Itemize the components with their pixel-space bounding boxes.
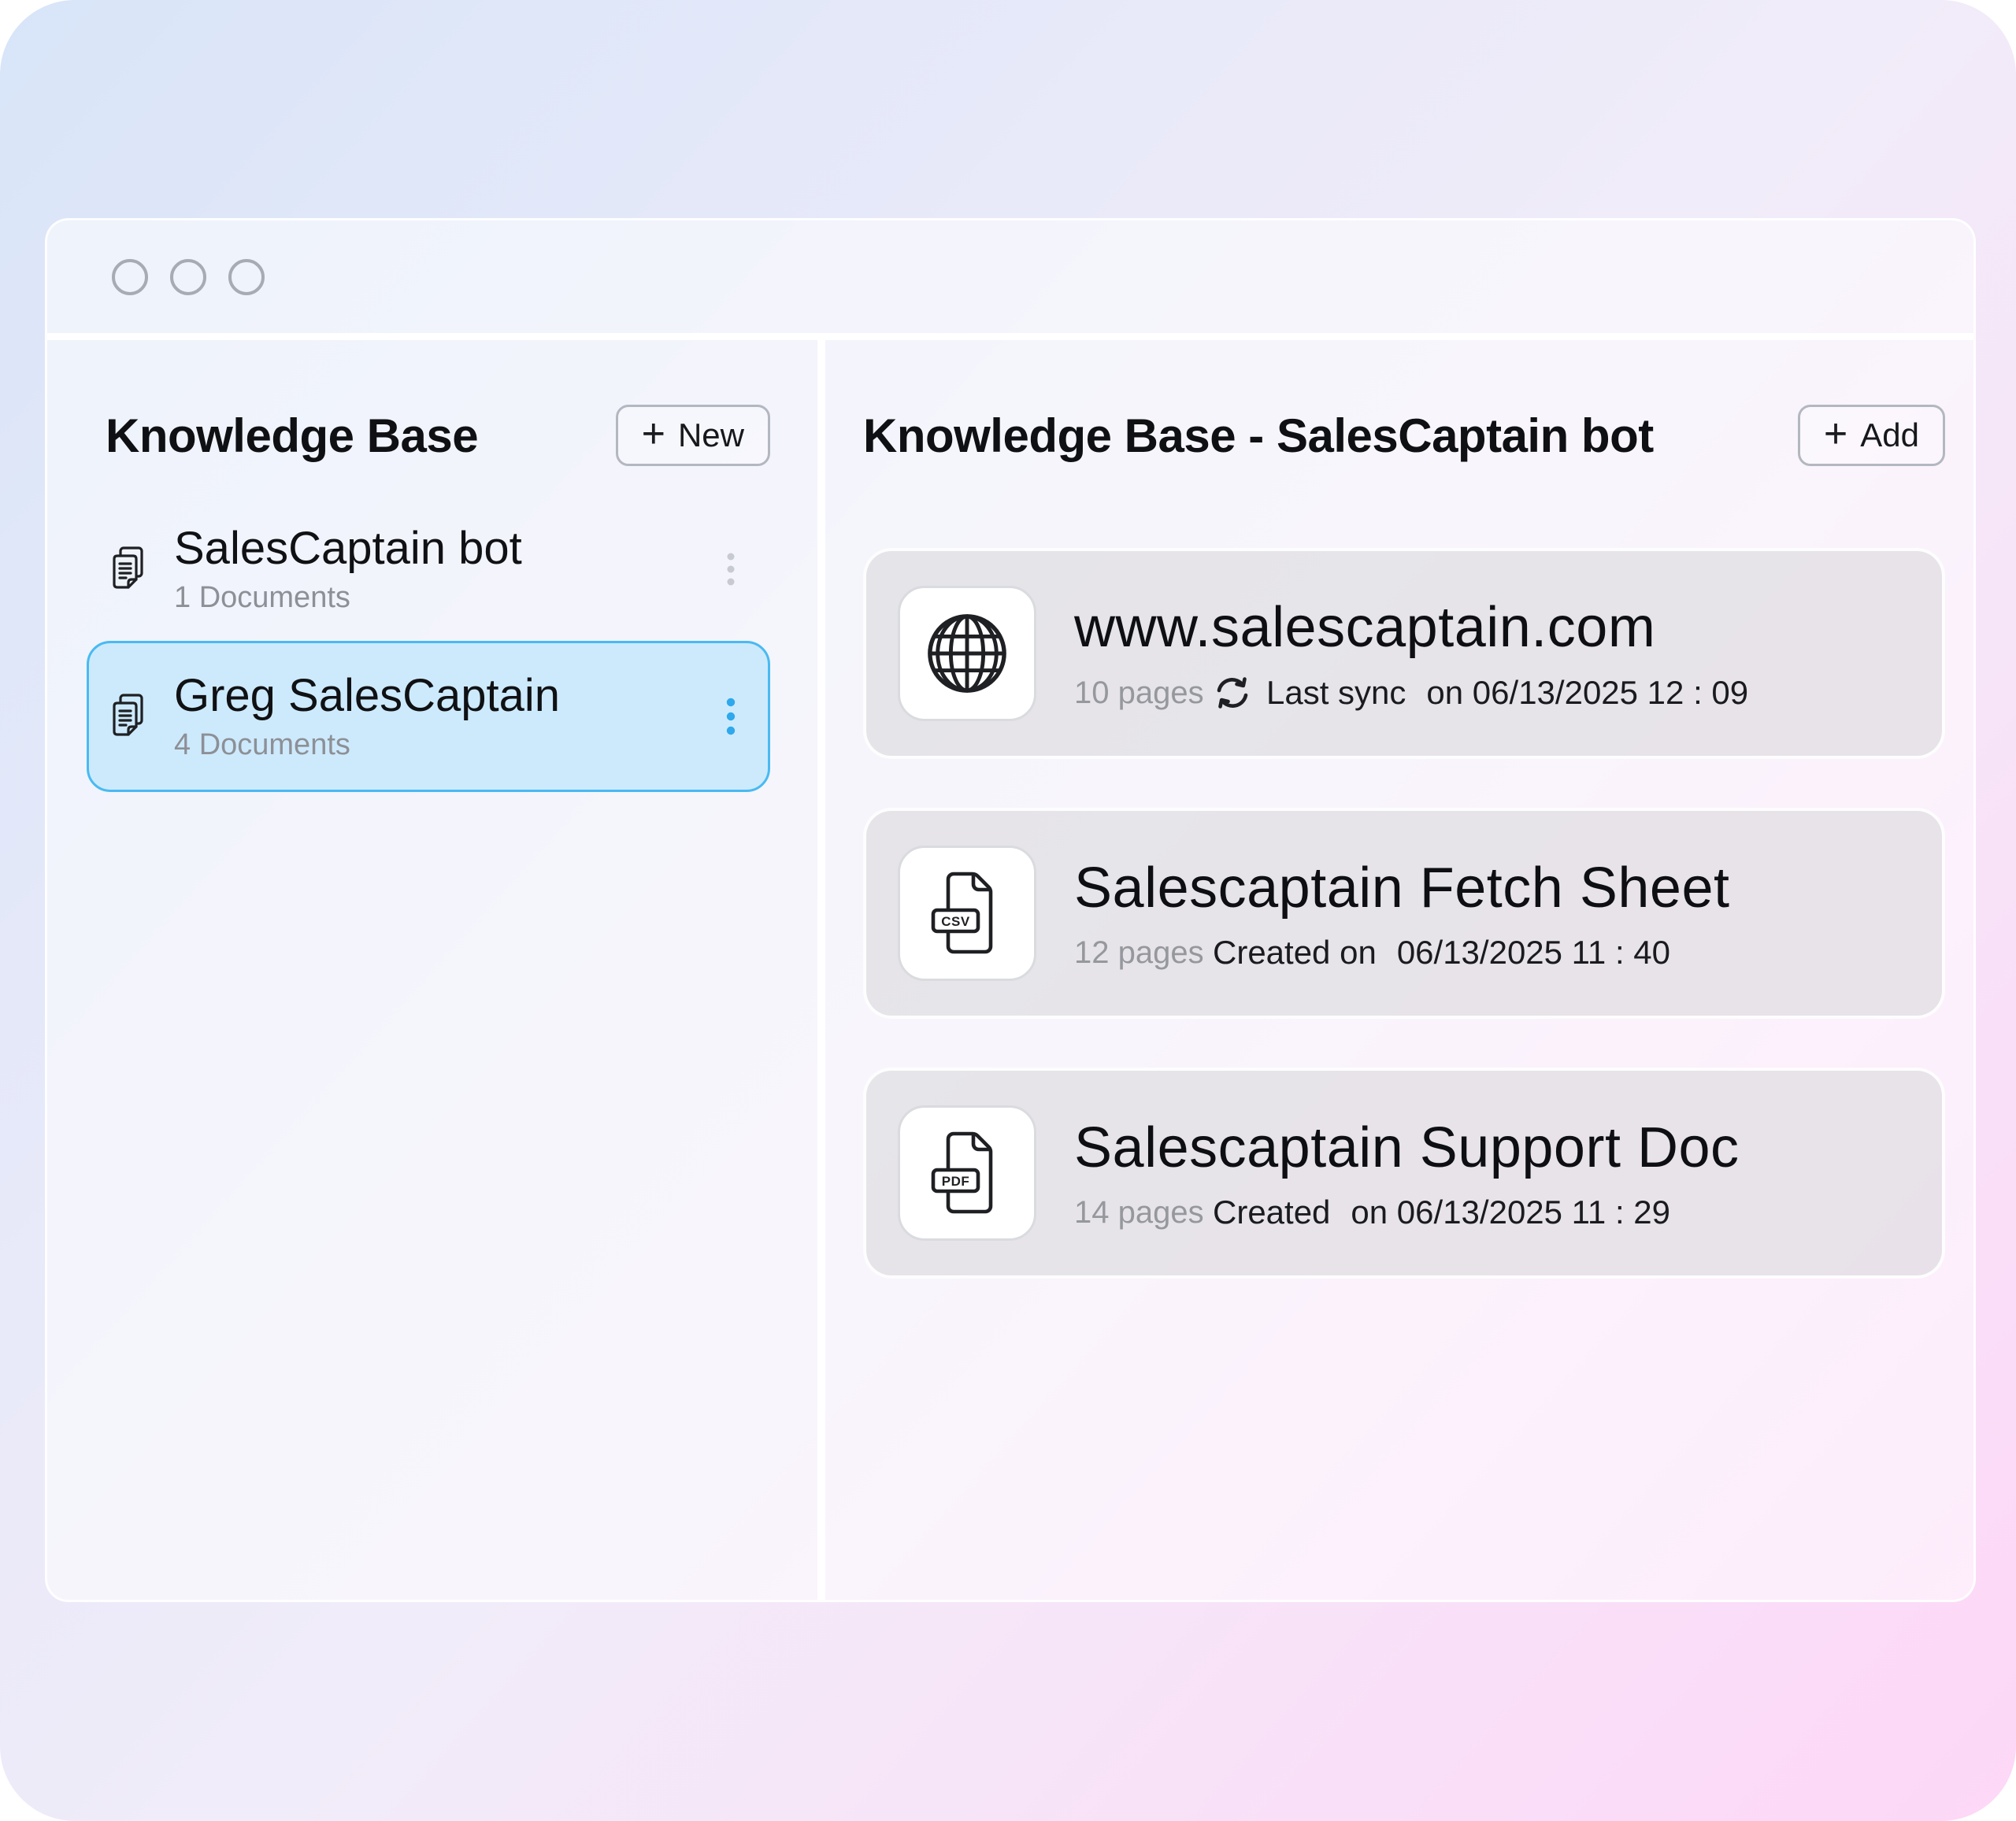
file-badge-label: CSV <box>941 914 970 929</box>
document-card-csv[interactable]: CSV Salescaptain Fetch Sheet 12 pages Cr… <box>863 808 1945 1019</box>
sidebar-item-subtitle: 4 Documents <box>174 726 560 764</box>
documents-icon <box>109 693 152 740</box>
pdf-file-icon: PDF <box>928 1129 1006 1217</box>
documents-panel: Knowledge Base - SalesCaptain bot + Add <box>825 340 1973 1600</box>
document-meta: 12 pages Created on 06/13/2025 11 : 40 <box>1074 934 1730 972</box>
window-control-minimize-icon[interactable] <box>170 259 206 295</box>
sidebar-panel: Knowledge Base + New <box>47 340 817 1600</box>
page-count: 12 pages <box>1074 935 1213 971</box>
new-button[interactable]: + New <box>616 405 770 466</box>
item-menu-kebab-icon[interactable] <box>725 550 736 588</box>
document-card-website[interactable]: www.salescaptain.com 10 pages <box>863 548 1945 759</box>
add-button[interactable]: + Add <box>1798 405 1945 466</box>
new-button-label: New <box>678 416 744 454</box>
window-content: Knowledge Base + New <box>47 340 1973 1600</box>
sidebar-item-subtitle: 1 Documents <box>174 579 522 616</box>
document-cards: www.salescaptain.com 10 pages <box>863 548 1945 1279</box>
sidebar-item-salescaptain-bot[interactable]: SalesCaptain bot 1 Documents <box>87 502 770 636</box>
document-title: Salescaptain Support Doc <box>1074 1115 1740 1181</box>
document-title: www.salescaptain.com <box>1074 594 1748 661</box>
sidebar-title: Knowledge Base <box>106 409 478 463</box>
sidebar-item-greg-salescaptain[interactable]: Greg SalesCaptain 4 Documents <box>87 641 770 792</box>
document-card-text: Salescaptain Fetch Sheet 12 pages Create… <box>1074 855 1730 972</box>
documents-title: Knowledge Base - SalesCaptain bot <box>863 409 1654 463</box>
plus-icon: + <box>642 413 665 454</box>
document-card-text: Salescaptain Support Doc 14 pages Create… <box>1074 1115 1740 1231</box>
page-count: 10 pages <box>1074 675 1213 711</box>
sync-icon <box>1213 673 1252 712</box>
meta-date: 06/13/2025 11 : 40 <box>1397 934 1670 972</box>
item-menu-kebab-icon[interactable] <box>725 696 736 737</box>
plus-icon: + <box>1824 413 1847 454</box>
meta-label: Last sync <box>1266 674 1406 712</box>
meta-date: on 06/13/2025 11 : 29 <box>1351 1194 1670 1231</box>
window-control-maximize-icon[interactable] <box>228 259 265 295</box>
document-card-text: www.salescaptain.com 10 pages <box>1074 594 1748 712</box>
meta-label: Created <box>1213 1194 1330 1231</box>
sidebar-item-title: Greg SalesCaptain <box>174 669 560 723</box>
icon-tile: CSV <box>898 846 1036 981</box>
app-window: Knowledge Base + New <box>45 218 1976 1602</box>
document-meta: 14 pages Created on 06/13/2025 11 : 29 <box>1074 1194 1740 1231</box>
icon-tile <box>898 586 1036 721</box>
document-meta: 10 pages Last sync <box>1074 673 1748 712</box>
document-card-pdf[interactable]: PDF Salescaptain Support Doc 14 pages Cr… <box>863 1068 1945 1279</box>
meta-date: on 06/13/2025 12 : 09 <box>1426 674 1748 712</box>
page-count: 14 pages <box>1074 1195 1213 1231</box>
window-control-close-icon[interactable] <box>112 259 148 295</box>
globe-icon <box>925 611 1010 696</box>
file-badge-label: PDF <box>942 1174 970 1189</box>
document-title: Salescaptain Fetch Sheet <box>1074 855 1730 921</box>
sidebar-item-text: Greg SalesCaptain 4 Documents <box>174 669 560 764</box>
window-titlebar <box>47 220 1973 340</box>
panel-divider <box>817 340 825 1600</box>
sidebar-item-text: SalesCaptain bot 1 Documents <box>174 522 522 616</box>
page-background: Knowledge Base + New <box>0 0 2016 1821</box>
knowledge-base-list: SalesCaptain bot 1 Documents <box>87 502 770 792</box>
meta-label: Created on <box>1213 934 1377 972</box>
add-button-label: Add <box>1860 416 1919 454</box>
documents-icon <box>109 546 152 593</box>
sidebar-item-title: SalesCaptain bot <box>174 522 522 576</box>
icon-tile: PDF <box>898 1105 1036 1241</box>
sidebar-header: Knowledge Base + New <box>87 405 770 466</box>
csv-file-icon: CSV <box>928 869 1006 957</box>
documents-header: Knowledge Base - SalesCaptain bot + Add <box>863 405 1945 466</box>
